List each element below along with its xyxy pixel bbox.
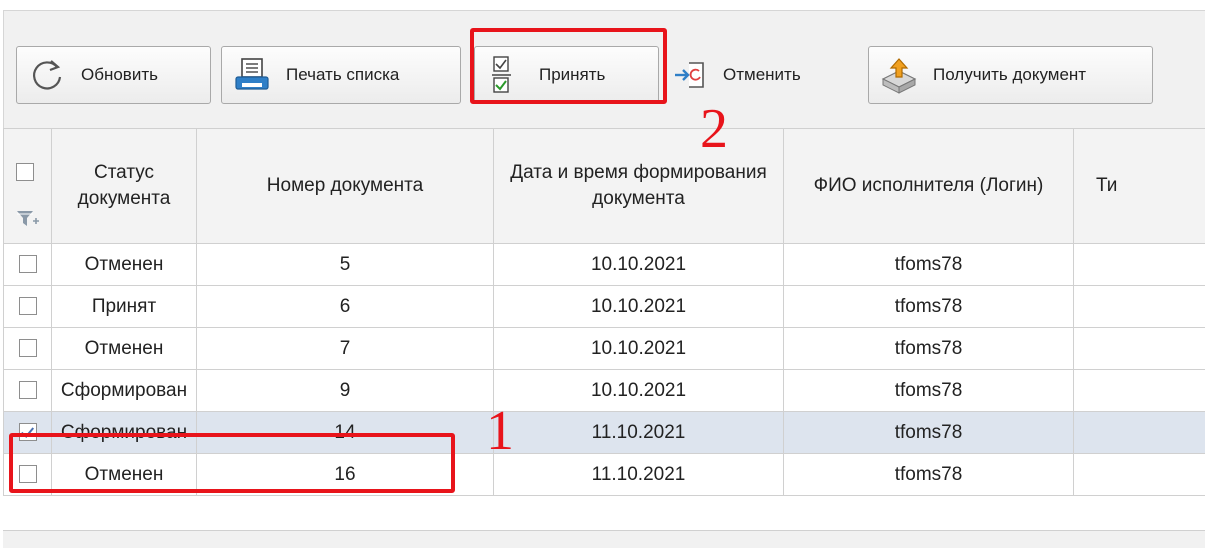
- get-document-label: Получить документ: [933, 65, 1087, 84]
- row-checkbox[interactable]: [18, 255, 37, 274]
- cell-status: Сформирован: [51, 369, 197, 412]
- cell-type: [1073, 411, 1205, 454]
- cell-number: 9: [196, 369, 494, 412]
- cell-login: tfoms78: [783, 327, 1074, 370]
- column-header-number[interactable]: Номер документа: [196, 128, 494, 244]
- table-row[interactable]: Отменен 7 10.10.2021 tfoms78: [3, 327, 1205, 370]
- cell-status: Сформирован: [51, 411, 197, 454]
- cell-number: 6: [196, 285, 494, 328]
- cell-status: Отменен: [51, 327, 197, 370]
- column-header-type[interactable]: Ти: [1073, 128, 1205, 244]
- column-header-executor[interactable]: ФИО исполнителя (Логин): [783, 128, 1074, 244]
- cell-number: 5: [196, 243, 494, 286]
- cancel-doc-icon: [673, 55, 713, 95]
- row-checkbox[interactable]: [18, 381, 37, 400]
- accept-label: Принять: [539, 65, 606, 84]
- cell-date: 10.10.2021: [493, 327, 784, 370]
- cell-date: 11.10.2021: [493, 411, 784, 454]
- table-row[interactable]: Отменен 16 11.10.2021 tfoms78: [3, 453, 1205, 496]
- cancel-label: Отменить: [723, 65, 801, 84]
- table-header-row: Статус документа Номер документа Дата и …: [3, 128, 1205, 244]
- cell-status: Принят: [51, 285, 197, 328]
- cell-number: 14: [196, 411, 494, 454]
- cell-number: 16: [196, 453, 494, 496]
- documents-table: Статус документа Номер документа Дата и …: [3, 128, 1205, 548]
- cell-login: tfoms78: [783, 411, 1074, 454]
- column-header-date[interactable]: Дата и время формирования документа: [493, 128, 784, 244]
- cancel-button[interactable]: Отменить: [669, 46, 839, 104]
- row-checkbox[interactable]: [18, 465, 37, 484]
- cell-number: 7: [196, 327, 494, 370]
- print-icon: [232, 55, 272, 95]
- cell-type: [1073, 453, 1205, 496]
- get-document-button[interactable]: Получить документ: [868, 46, 1153, 104]
- row-checkbox[interactable]: [18, 297, 37, 316]
- cell-date: 11.10.2021: [493, 453, 784, 496]
- accept-button[interactable]: Принять: [474, 46, 659, 104]
- row-checkbox-checked[interactable]: [18, 423, 37, 442]
- print-list-label: Печать списка: [286, 65, 400, 84]
- cell-type: [1073, 369, 1205, 412]
- cell-date: 10.10.2021: [493, 369, 784, 412]
- accept-checklist-icon: [485, 55, 525, 95]
- cell-login: tfoms78: [783, 453, 1074, 496]
- toolbar: Обновить Печать списка Принять Отменить …: [3, 10, 1205, 128]
- refresh-button[interactable]: Обновить: [16, 46, 211, 104]
- filter-add-icon[interactable]: [16, 209, 40, 229]
- cell-status: Отменен: [51, 243, 197, 286]
- table-row[interactable]: Сформирован 9 10.10.2021 tfoms78: [3, 369, 1205, 412]
- cell-date: 10.10.2021: [493, 243, 784, 286]
- document-list-window: Обновить Печать списка Принять Отменить …: [0, 0, 1205, 548]
- refresh-label: Обновить: [81, 65, 158, 84]
- cell-type: [1073, 327, 1205, 370]
- cell-status: Отменен: [51, 453, 197, 496]
- cell-date: 10.10.2021: [493, 285, 784, 328]
- cell-type: [1073, 243, 1205, 286]
- row-checkbox[interactable]: [18, 339, 37, 358]
- cell-login: tfoms78: [783, 243, 1074, 286]
- select-all-header: [3, 128, 52, 244]
- print-list-button[interactable]: Печать списка: [221, 46, 461, 104]
- column-header-status[interactable]: Статус документа: [51, 128, 197, 244]
- annotation-step-2: 2: [700, 98, 728, 160]
- select-all-checkbox[interactable]: [16, 163, 34, 181]
- get-document-icon: [879, 55, 919, 95]
- refresh-icon: [27, 55, 67, 95]
- table-footer: [3, 530, 1205, 548]
- cell-type: [1073, 285, 1205, 328]
- table-row-selected[interactable]: Сформирован 14 11.10.2021 tfoms78: [3, 411, 1205, 454]
- table-row[interactable]: Принят 6 10.10.2021 tfoms78: [3, 285, 1205, 328]
- table-row[interactable]: Отменен 5 10.10.2021 tfoms78: [3, 243, 1205, 286]
- cell-login: tfoms78: [783, 369, 1074, 412]
- cell-login: tfoms78: [783, 285, 1074, 328]
- annotation-step-1: 1: [486, 400, 514, 462]
